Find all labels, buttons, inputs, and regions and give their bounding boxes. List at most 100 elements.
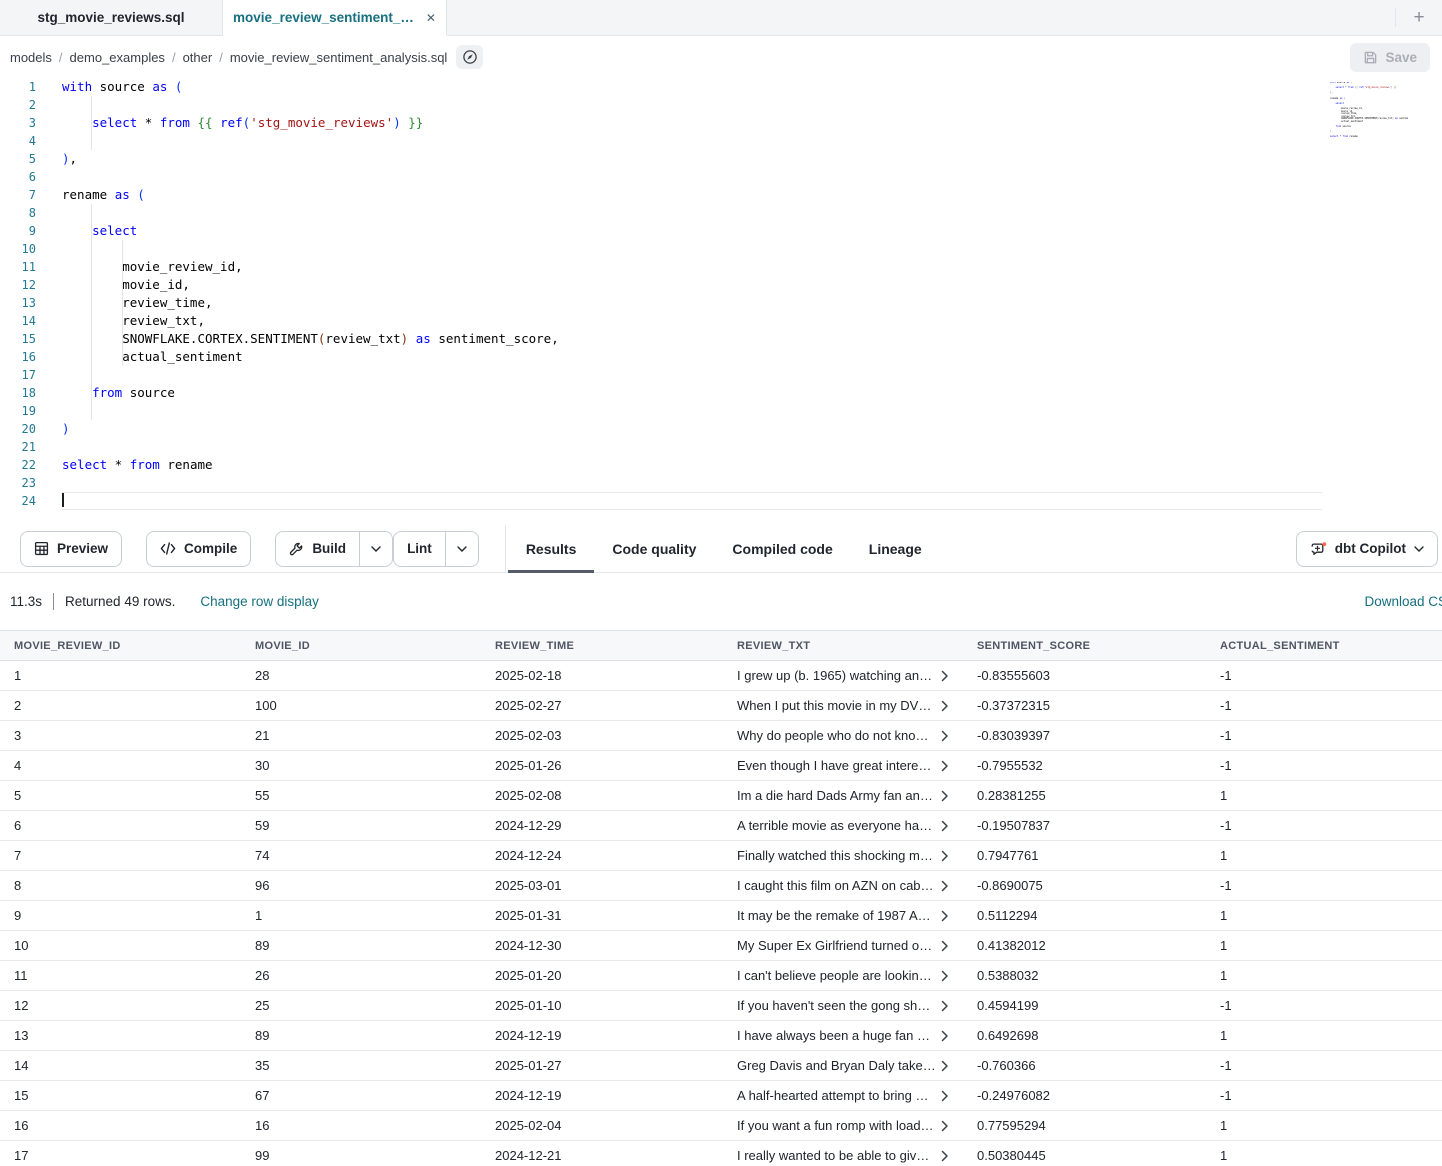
wrench-icon [289, 541, 304, 556]
expand-cell-chevron-icon[interactable] [941, 1060, 949, 1072]
code-line: 21 [0, 438, 1442, 456]
table-cell: -0.37372315 [963, 698, 1206, 713]
explore-lineage-button[interactable] [456, 45, 483, 69]
change-row-display-link[interactable]: Change row display [200, 594, 319, 609]
file-tab-movie-review-sentiment[interactable]: movie_review_sentiment_… ✕ [223, 0, 447, 35]
table-cell: -1 [1206, 728, 1442, 743]
breadcrumb-separator: / [59, 50, 63, 65]
expand-cell-chevron-icon[interactable] [941, 1090, 949, 1102]
breadcrumb-item[interactable]: other [183, 50, 213, 65]
line-number: 7 [0, 186, 36, 204]
preview-button[interactable]: Preview [20, 531, 122, 567]
table-cell: 30 [241, 758, 481, 773]
code-line: 12 movie_id, [0, 276, 1442, 294]
line-number: 14 [0, 312, 36, 330]
line-number: 23 [0, 474, 36, 492]
result-tab-results[interactable]: Results [508, 525, 595, 573]
expand-cell-chevron-icon[interactable] [941, 730, 949, 742]
code-line: 22select * from rename [0, 456, 1442, 474]
close-tab-icon[interactable]: ✕ [426, 11, 436, 25]
table-cell: 2025-01-31 [481, 908, 723, 923]
review-txt-cell-wrap: I have always been a huge fan of "Hom… [723, 1028, 963, 1043]
dbt-copilot-button[interactable]: dbt Copilot [1296, 531, 1438, 567]
expand-cell-chevron-icon[interactable] [941, 700, 949, 712]
expand-cell-chevron-icon[interactable] [941, 850, 949, 862]
review-text-cell: A half-hearted attempt to bring Elvis P… [737, 1088, 936, 1103]
line-number: 12 [0, 276, 36, 294]
table-row: 15672024-12-19A half-hearted attempt to … [0, 1081, 1442, 1111]
indent-guide [122, 240, 123, 366]
compile-button[interactable]: Compile [146, 531, 251, 567]
lint-button[interactable]: Lint [394, 532, 445, 566]
table-cell: 16 [241, 1118, 481, 1133]
results-table: MOVIE_REVIEW_IDMOVIE_IDREVIEW_TIMEREVIEW… [0, 630, 1442, 1166]
lint-dropdown-button[interactable] [445, 532, 478, 566]
review-text-cell: Greg Davis and Bryan Daly take some … [737, 1058, 936, 1073]
expand-cell-chevron-icon[interactable] [941, 1030, 949, 1042]
code-line: 5), [0, 150, 1442, 168]
expand-cell-chevron-icon[interactable] [941, 970, 949, 982]
compass-icon [462, 49, 478, 65]
query-elapsed-time: 11.3s [10, 594, 42, 609]
code-line: 1with source as ( [0, 78, 1442, 96]
expand-cell-chevron-icon[interactable] [941, 790, 949, 802]
table-cell: 2025-02-04 [481, 1118, 723, 1133]
copilot-label: dbt Copilot [1335, 541, 1406, 556]
review-text-cell: A terrible movie as everyone has said. … [737, 818, 936, 833]
table-cell: 2025-01-10 [481, 998, 723, 1013]
build-dropdown-button[interactable] [359, 532, 392, 566]
expand-cell-chevron-icon[interactable] [941, 1120, 949, 1132]
table-cell: 1 [1206, 908, 1442, 923]
table-cell: 16 [0, 1118, 241, 1133]
build-button[interactable]: Build [276, 532, 359, 566]
expand-cell-chevron-icon[interactable] [941, 820, 949, 832]
text-cursor [62, 493, 64, 507]
expand-cell-chevron-icon[interactable] [941, 880, 949, 892]
breadcrumb-item[interactable]: movie_review_sentiment_analysis.sql [230, 50, 448, 65]
build-label: Build [312, 541, 346, 556]
save-button[interactable]: Save [1350, 43, 1430, 72]
table-cell: -1 [1206, 998, 1442, 1013]
expand-cell-chevron-icon[interactable] [941, 670, 949, 682]
file-tab-stg-movie-reviews[interactable]: stg_movie_reviews.sql [0, 0, 223, 35]
review-text-cell: Finally watched this shocking movie la… [737, 848, 936, 863]
table-cell: 0.50380445 [963, 1148, 1206, 1163]
indent-guide [91, 204, 92, 420]
toolbar-divider [505, 525, 506, 573]
expand-cell-chevron-icon[interactable] [941, 760, 949, 772]
table-cell: 5 [0, 788, 241, 803]
result-tab-lineage[interactable]: Lineage [851, 525, 940, 573]
code-editor[interactable]: 1with source as (23 select * from {{ ref… [0, 78, 1442, 525]
table-row: 4302025-01-26Even though I have great in… [0, 751, 1442, 781]
column-header-movie_id: MOVIE_ID [241, 640, 481, 652]
download-csv-link[interactable]: Download CSV [1364, 594, 1442, 609]
table-cell: -1 [1206, 1058, 1442, 1073]
table-cell: 2025-02-03 [481, 728, 723, 743]
expand-cell-chevron-icon[interactable] [941, 910, 949, 922]
review-text-cell: I really wanted to be able to give this … [737, 1148, 936, 1163]
table-cell: -1 [1206, 668, 1442, 683]
new-tab-button[interactable]: + [1396, 0, 1442, 35]
breadcrumb-item[interactable]: demo_examples [70, 50, 165, 65]
expand-cell-chevron-icon[interactable] [941, 1150, 949, 1162]
review-txt-cell-wrap: I can't believe people are looking for a… [723, 968, 963, 983]
table-cell: 12 [0, 998, 241, 1013]
table-cell: 2025-02-18 [481, 668, 723, 683]
table-cell: 59 [241, 818, 481, 833]
editor-minimap[interactable]: with source as ( select * from {{ ref('s… [1330, 82, 1408, 144]
code-line: 19 [0, 402, 1442, 420]
table-row: 912025-01-31It may be the remake of 1987… [0, 901, 1442, 931]
expand-cell-chevron-icon[interactable] [941, 940, 949, 952]
copilot-chat-icon [1310, 541, 1327, 557]
code-line: 17 [0, 366, 1442, 384]
table-cell: 89 [241, 938, 481, 953]
table-cell: 6 [0, 818, 241, 833]
expand-cell-chevron-icon[interactable] [941, 1000, 949, 1012]
review-text-cell: I caught this film on AZN on cable. It s… [737, 878, 936, 893]
line-number: 1 [0, 78, 36, 96]
result-tab-code-quality[interactable]: Code quality [594, 525, 714, 573]
table-cell: 55 [241, 788, 481, 803]
breadcrumb-item[interactable]: models [10, 50, 52, 65]
table-cell: -1 [1206, 818, 1442, 833]
result-tab-compiled-code[interactable]: Compiled code [714, 525, 850, 573]
